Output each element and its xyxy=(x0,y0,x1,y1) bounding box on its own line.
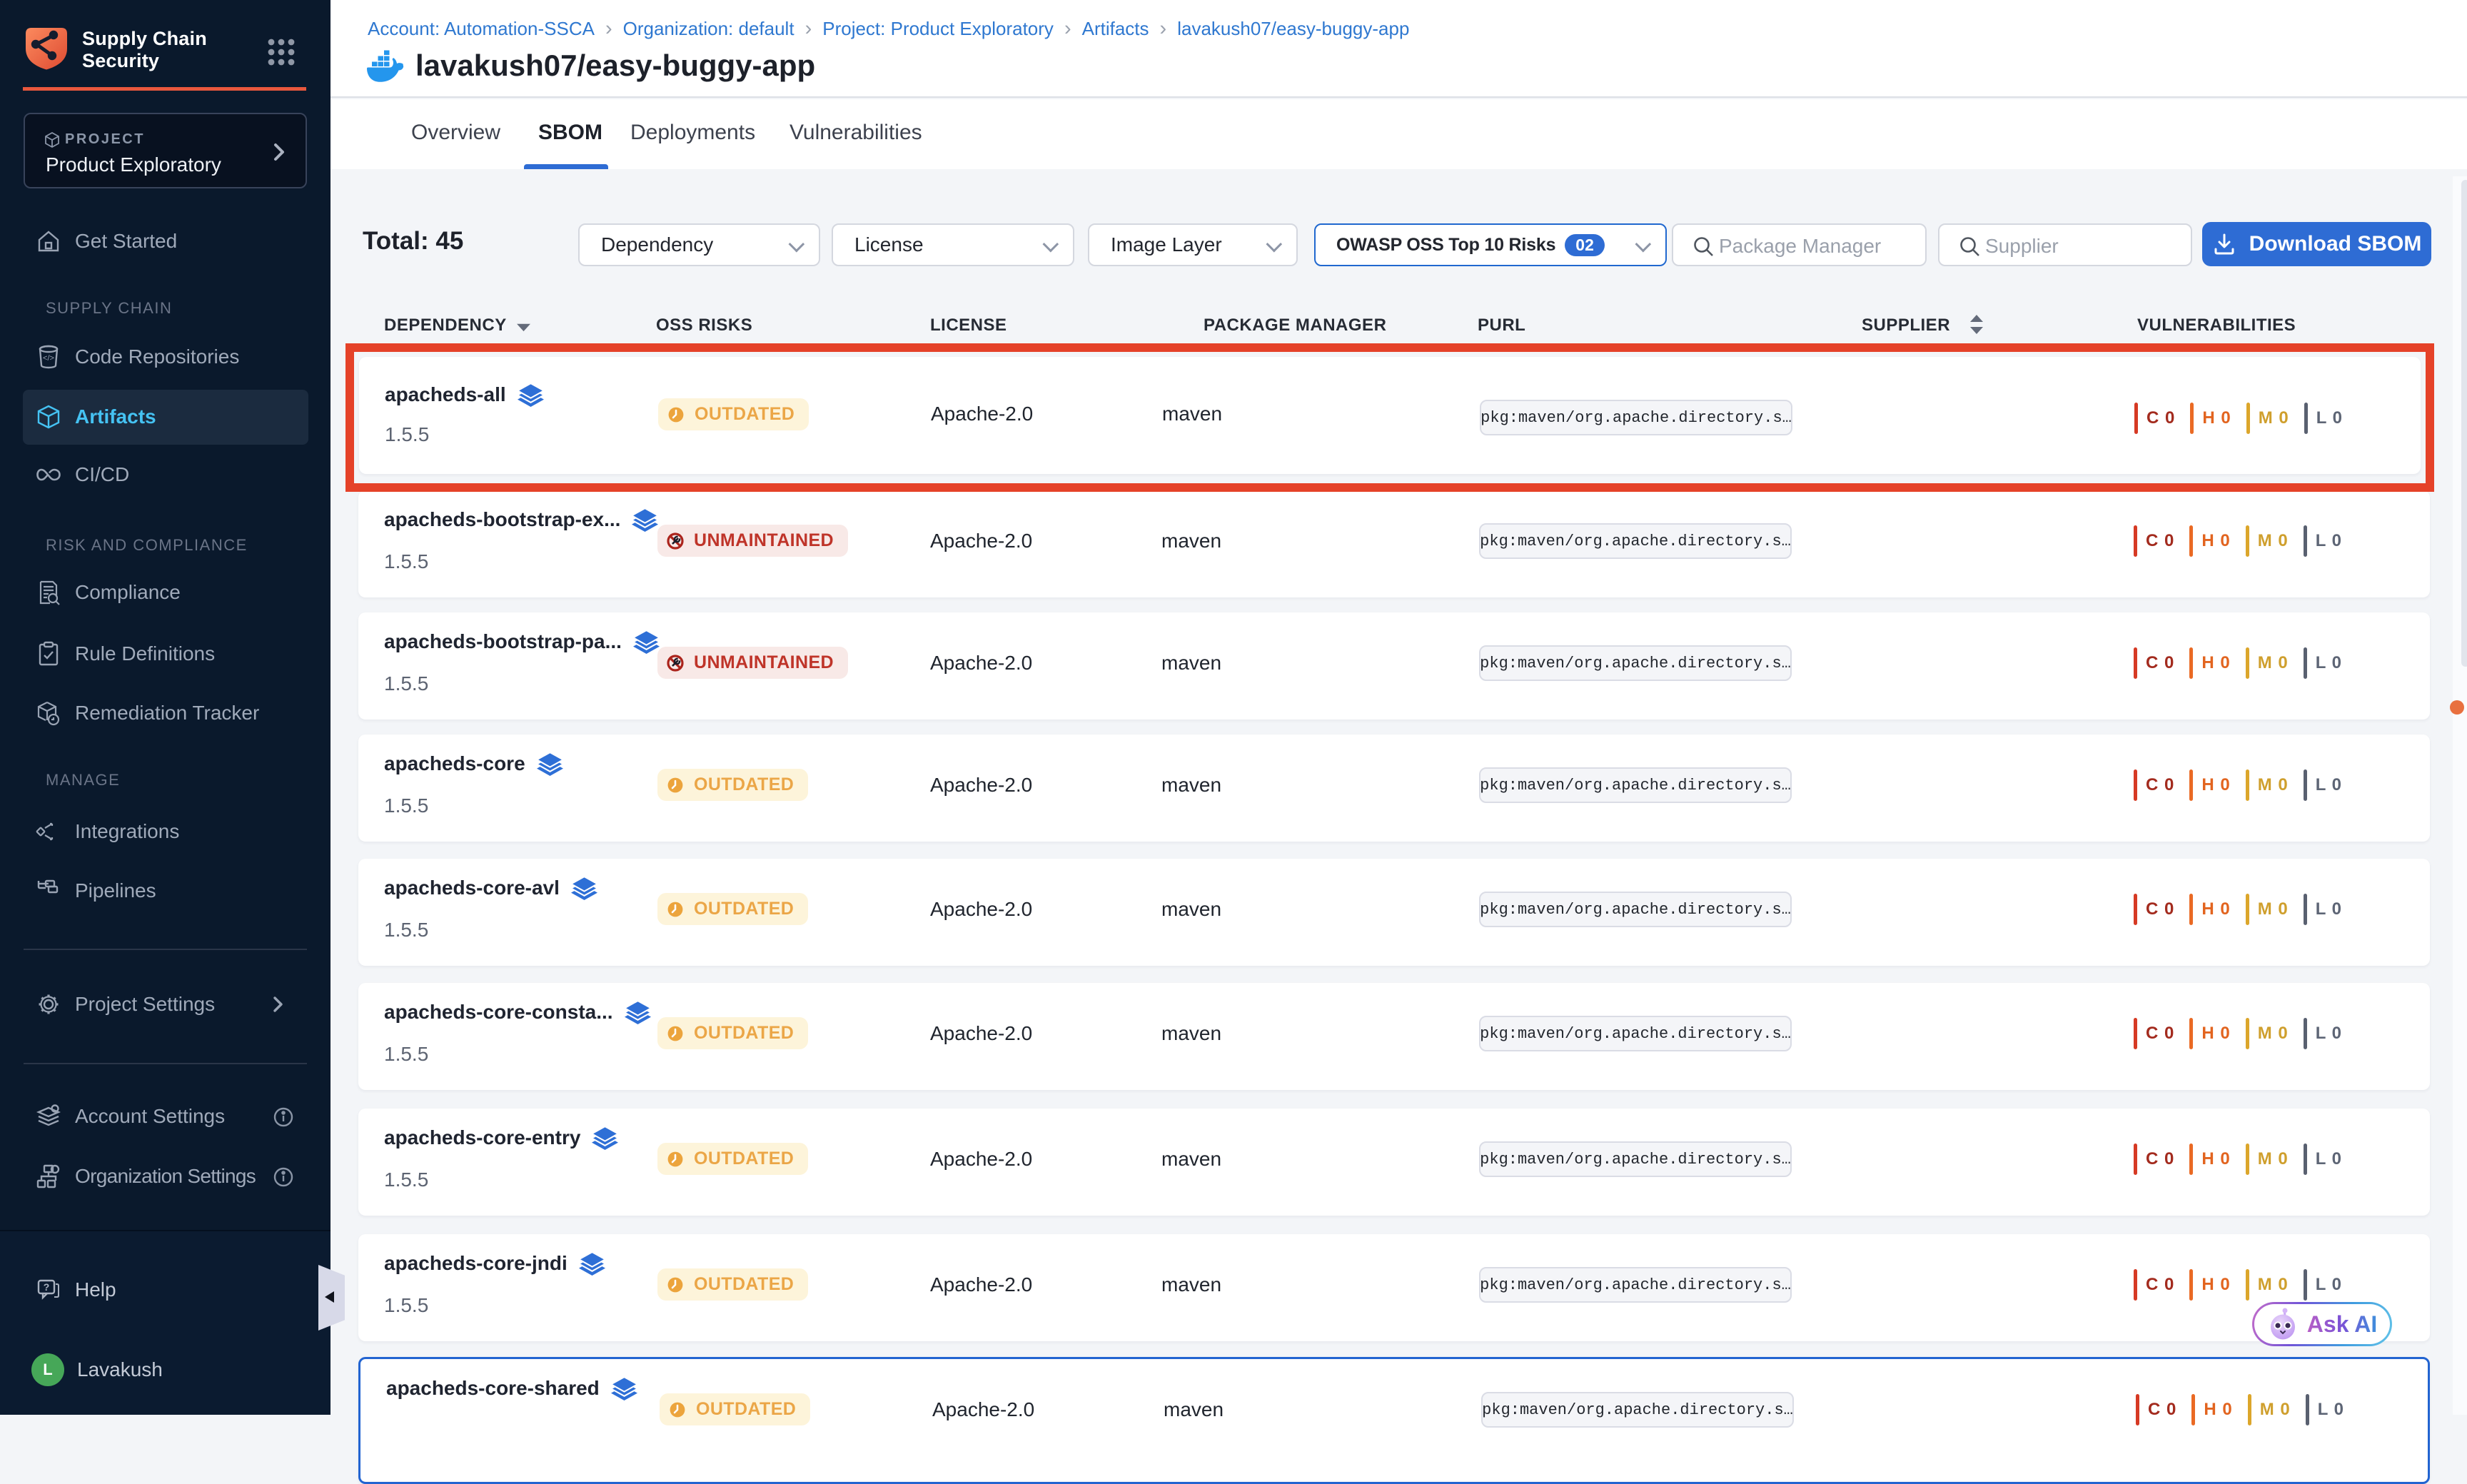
svg-text:?: ? xyxy=(44,1281,50,1293)
svg-text:</>: </> xyxy=(43,354,54,363)
